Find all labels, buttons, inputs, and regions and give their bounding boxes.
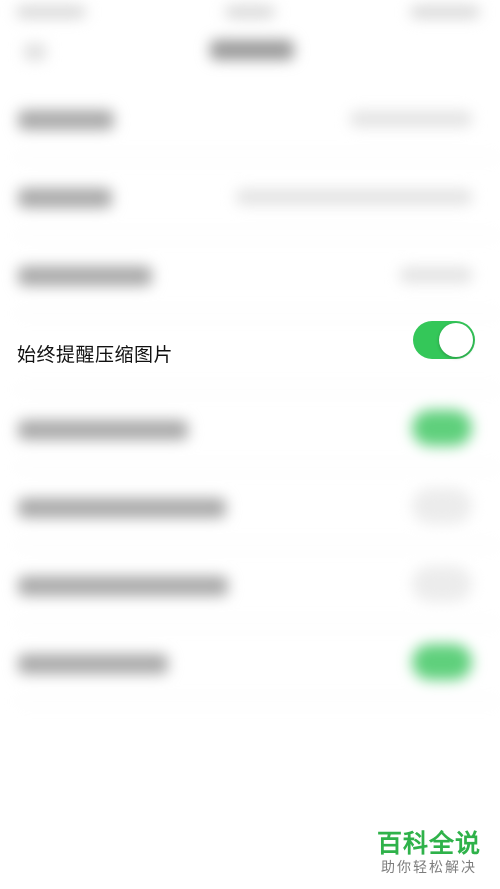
row-divider <box>16 701 500 702</box>
row-label-blur <box>18 420 188 440</box>
settings-screen: 始终提醒压缩图片 百科全说 助你轻松解决 <box>0 0 500 889</box>
status-bar <box>0 0 500 28</box>
setting-label: 始终提醒压缩图片 <box>17 344 174 366</box>
blurred-background <box>0 0 500 889</box>
settings-row-5[interactable] <box>0 390 500 468</box>
row-label-blur <box>18 188 112 208</box>
toggle-switch-blur[interactable] <box>412 488 472 524</box>
row-label-blur <box>18 498 226 518</box>
watermark-logo: 百科全说 助你轻松解决 <box>374 829 484 877</box>
settings-row-6[interactable] <box>0 468 500 546</box>
row-value-blur <box>400 267 472 283</box>
status-time-blur <box>16 6 86 18</box>
settings-row-7[interactable] <box>0 546 500 624</box>
watermark-subtitle: 助你轻松解决 <box>381 860 477 876</box>
row-value-blur <box>350 111 472 127</box>
page-title <box>210 40 294 60</box>
toggle-switch-blur[interactable] <box>412 566 472 602</box>
row-label-blur <box>18 266 152 286</box>
settings-row-8[interactable] <box>0 624 500 702</box>
watermark-title: 百科全说 <box>376 829 481 858</box>
settings-row-always-remind-compress[interactable]: 始终提醒压缩图片 <box>0 312 500 390</box>
row-label-blur <box>18 110 114 130</box>
settings-row-2[interactable] <box>0 158 500 236</box>
nav-bar <box>0 28 500 76</box>
settings-row-3[interactable] <box>0 236 500 314</box>
toggle-switch-blur[interactable] <box>412 410 472 446</box>
row-label-blur <box>18 576 228 596</box>
status-carrier-blur <box>225 6 275 18</box>
row-label-blur <box>18 654 168 674</box>
row-value-blur <box>236 189 472 205</box>
toggle-knob <box>439 323 473 357</box>
compress-reminder-toggle[interactable] <box>413 321 475 359</box>
toggle-switch-blur[interactable] <box>412 644 472 680</box>
settings-row-1[interactable] <box>0 80 500 158</box>
back-icon[interactable] <box>24 44 46 60</box>
status-battery-blur <box>410 6 480 18</box>
